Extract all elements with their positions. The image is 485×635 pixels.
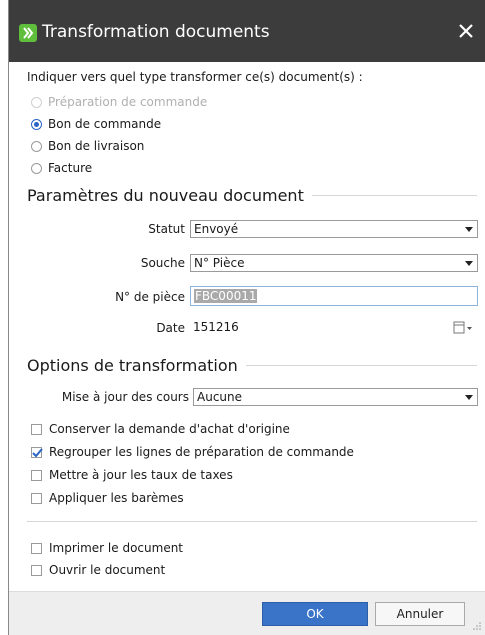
checkbox[interactable] [31,446,43,458]
chevron-down-icon [465,395,473,400]
check-imprimer[interactable]: Imprimer le document [31,539,183,557]
checkbox[interactable] [31,542,42,554]
doc-type-prompt: Indiquer vers quel type transformer ce(s… [27,70,363,84]
radio-button[interactable] [31,96,42,108]
app-logo-icon [19,24,37,42]
window-title: Transformation documents [42,22,270,42]
close-icon[interactable] [453,18,479,44]
radio-label: Facture [48,161,93,175]
piece-label: N° de pièce [115,290,185,304]
options-divider [27,521,477,522]
resize-grip-icon[interactable] [472,620,482,630]
checkbox[interactable] [31,423,42,435]
piece-number-value: FBC00011 [194,289,258,303]
statut-select[interactable]: Envoyé [190,220,478,238]
params-group-title: Paramètres du nouveau document [27,186,304,205]
radio-button[interactable] [31,140,42,152]
radio-preparation-commande[interactable]: Préparation de commande [31,93,207,111]
date-input[interactable]: 151216 [193,318,433,336]
date-label: Date [156,321,185,335]
radio-facture[interactable]: Facture [31,159,92,177]
cours-value: Aucune [197,390,243,404]
ok-button[interactable]: OK [262,602,368,626]
check-regrouper-lignes[interactable]: Regrouper les lignes de préparation de c… [31,443,354,461]
radio-button[interactable] [31,118,42,130]
group-divider [311,195,477,196]
radio-bon-de-livraison[interactable]: Bon de livraison [31,137,144,155]
checkbox-label: Mettre à jour les taux de taxes [49,468,233,482]
group-divider [245,365,477,366]
chevron-down-icon [465,261,473,266]
check-ouvrir[interactable]: Ouvrir le document [31,561,165,579]
radio-label: Bon de livraison [48,139,145,153]
check-taux-taxes[interactable]: Mettre à jour les taux de taxes [31,466,233,484]
params-group-header: Paramètres du nouveau document [27,186,477,205]
chevron-down-icon [465,227,473,232]
statut-value: Envoyé [194,222,239,236]
cours-label: Mise à jour des cours [61,390,189,404]
checkbox[interactable] [31,564,42,576]
checkmark-icon [32,447,43,457]
calendar-icon[interactable] [453,321,473,335]
dialog-footer: OK Annuler [9,591,485,635]
checkbox-label: Conserver la demande d'achat d'origine [49,422,290,436]
cours-select[interactable]: Aucune [193,388,478,406]
checkbox-label: Ouvrir le document [49,563,166,577]
checkbox[interactable] [31,492,42,504]
souche-select[interactable]: N° Pièce [190,254,478,272]
checkbox-label: Imprimer le document [49,541,184,555]
options-group-header: Options de transformation [27,356,477,375]
radio-button[interactable] [31,162,42,174]
check-baremes[interactable]: Appliquer les barèmes [31,489,184,507]
statut-label: Statut [148,222,185,236]
souche-label: Souche [140,256,185,270]
dialog-window: Transformation documents Indiquer vers q… [8,0,485,635]
checkbox-label: Regrouper les lignes de préparation de c… [49,445,354,459]
checkbox[interactable] [31,469,42,481]
piece-number-input[interactable]: FBC00011 [190,286,478,306]
check-conserver-demande[interactable]: Conserver la demande d'achat d'origine [31,420,290,438]
souche-value: N° Pièce [194,256,245,270]
cancel-button[interactable]: Annuler [375,602,465,626]
checkbox-label: Appliquer les barèmes [49,491,184,505]
radio-bon-de-commande[interactable]: Bon de commande [31,115,161,133]
radio-label: Préparation de commande [48,95,208,109]
options-group-title: Options de transformation [27,356,238,375]
radio-label: Bon de commande [48,117,162,131]
title-bar[interactable]: Transformation documents [9,0,485,62]
